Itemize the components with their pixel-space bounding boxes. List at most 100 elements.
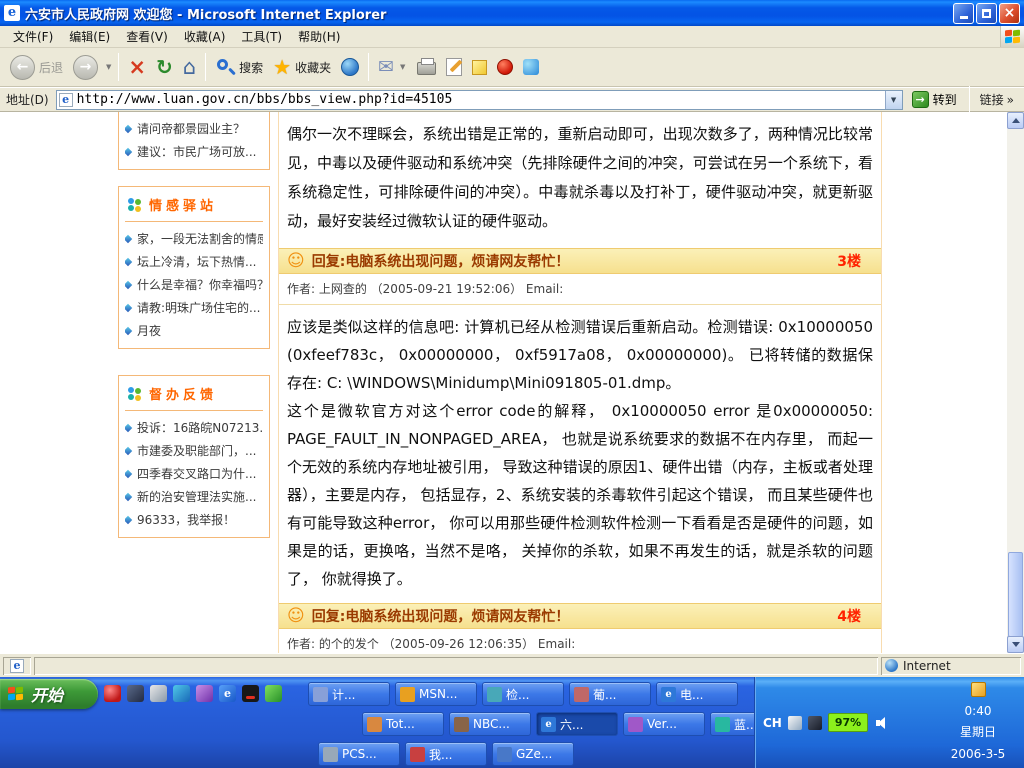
task-button[interactable]: 计... (308, 682, 390, 706)
sidebar-link-label: 建议：市民广场可放... (137, 143, 256, 160)
taskbar-clock[interactable]: 0:40 星期日 2006-3-5 (934, 679, 1022, 765)
sidebar-link[interactable]: 月夜 (125, 319, 263, 342)
task-button[interactable]: 葡... (569, 682, 651, 706)
sidebar-link[interactable]: 投诉：16路皖N07213... (125, 416, 263, 439)
task-button[interactable]: Ver... (623, 712, 705, 736)
address-url: http://www.luan.gov.cn/bbs/bbs_view.php?… (77, 92, 881, 107)
task-label: GZe... (516, 747, 552, 761)
maximize-button[interactable] (976, 3, 997, 24)
task-button[interactable]: MSN... (395, 682, 477, 706)
task-button[interactable]: 检... (482, 682, 564, 706)
status-bar: e Internet (0, 653, 1024, 677)
sidebar-link[interactable]: 请问帝都景园业主？ (125, 117, 263, 140)
toolbar-separator (118, 53, 119, 81)
app-icon-purple[interactable] (196, 685, 213, 702)
vertical-scrollbar[interactable] (1007, 112, 1024, 653)
address-dropdown[interactable]: ▼ (885, 91, 902, 109)
bullet-icon (125, 446, 132, 454)
disk-icon[interactable] (150, 685, 167, 702)
browser-toolbar: ← 后退 → ▼ × ↻ ⌂ 搜索 ★ 收藏夹 ✉ ▼ (0, 48, 1024, 87)
tray-reminder-icon[interactable] (971, 682, 986, 697)
windows-logo-icon (1000, 26, 1024, 47)
task-button[interactable]: PCS... (318, 742, 400, 766)
tray-status-icon-1[interactable] (788, 716, 802, 730)
scroll-down-button[interactable] (1007, 636, 1024, 653)
print-button[interactable] (413, 51, 440, 83)
forward-button[interactable]: → (69, 51, 102, 83)
sidebar-link-label: 请问帝都景园业主？ (137, 120, 245, 137)
media-player-icon[interactable] (104, 685, 121, 702)
task-label: 检... (506, 686, 529, 703)
task-button[interactable]: Tot... (362, 712, 444, 736)
history-button[interactable] (337, 51, 363, 83)
discuss-button[interactable] (468, 51, 491, 83)
windows-flag-icon (8, 687, 24, 701)
smiley-icon: ☺ (287, 608, 305, 625)
search-button[interactable]: 搜索 (211, 51, 267, 83)
forward-dropdown[interactable]: ▼ (104, 63, 113, 71)
qq-penguin-icon[interactable] (242, 685, 259, 702)
language-indicator[interactable]: CH (763, 716, 782, 730)
pencil-glyph (450, 60, 463, 73)
close-button[interactable]: × (999, 3, 1020, 24)
menu-edit[interactable]: 编辑(E) (62, 26, 117, 47)
menu-view[interactable]: 查看(V) (119, 26, 175, 47)
menu-tools[interactable]: 工具(T) (234, 26, 289, 47)
task-button-active[interactable]: e六... (536, 712, 618, 736)
stop-button[interactable]: × (124, 51, 150, 83)
scrollbar-thumb[interactable] (1008, 552, 1023, 637)
links-button[interactable]: 链接 » (978, 91, 1020, 108)
volume-icon[interactable] (874, 715, 890, 731)
app-icon-dark[interactable] (127, 685, 144, 702)
flag-red (8, 687, 15, 694)
task-icon (574, 687, 589, 702)
back-button[interactable]: ← 后退 (6, 51, 67, 83)
edit-button[interactable] (442, 51, 466, 83)
task-button[interactable]: e电... (656, 682, 738, 706)
player-icon-blue[interactable] (173, 685, 190, 702)
back-icon: ← (10, 55, 35, 80)
sidebar-link[interactable]: 市建委及职能部门，... (125, 439, 263, 462)
menu-favorites[interactable]: 收藏(A) (177, 26, 233, 47)
scroll-up-button[interactable] (1007, 112, 1024, 129)
sidebar-link[interactable]: 坛上冷清，坛下热情... (125, 250, 263, 273)
sidebar-link[interactable]: 新的治安管理法实施... (125, 485, 263, 508)
task-button[interactable]: NBC... (449, 712, 531, 736)
go-button[interactable]: → 转到 (908, 90, 961, 109)
sidebar-link[interactable]: 建议：市民广场可放... (125, 140, 263, 163)
tray-status-icon-2[interactable] (808, 716, 822, 730)
favorites-button[interactable]: ★ 收藏夹 (269, 51, 335, 83)
sidebar-link[interactable]: 家，一段无法割舍的情感 (125, 227, 263, 250)
menu-help[interactable]: 帮助(H) (291, 26, 347, 47)
smiley-icon: ☺ (287, 253, 305, 270)
battery-indicator[interactable]: 97% (828, 713, 868, 732)
refresh-button[interactable]: ↻ (152, 51, 177, 83)
mail-button[interactable]: ✉ ▼ (374, 51, 411, 83)
ie-quicklaunch-icon[interactable]: e (219, 685, 236, 702)
search-label: 搜索 (239, 59, 263, 76)
sidebar-link[interactable]: 96333，我举报！ (125, 508, 263, 531)
home-button[interactable]: ⌂ (179, 51, 200, 83)
sidebar-link[interactable]: 四季春交叉路口为什... (125, 462, 263, 485)
address-input[interactable]: e http://www.luan.gov.cn/bbs/bbs_view.ph… (56, 90, 903, 110)
scroll-up-icon (1012, 118, 1020, 123)
sidebar-link[interactable]: 请教:明珠广场住宅的... (125, 296, 263, 319)
task-label: PCS... (342, 747, 377, 761)
task-button[interactable]: 我... (405, 742, 487, 766)
floor-badge: 3楼 (837, 251, 873, 271)
qq-button[interactable] (493, 51, 517, 83)
sidebar-link[interactable]: 什么是幸福？你幸福吗？ (125, 273, 263, 296)
start-button[interactable]: 开始 (0, 679, 98, 709)
bullet-icon (125, 326, 132, 334)
app-icon-green[interactable] (265, 685, 282, 702)
flag-blue (1005, 36, 1012, 43)
task-button[interactable]: GZe... (492, 742, 574, 766)
sidebar-box-title: 督办反馈 (149, 384, 217, 403)
bullet-icon (125, 147, 132, 155)
menu-file[interactable]: 文件(F) (6, 26, 60, 47)
clover-icon (127, 197, 142, 212)
messenger-button[interactable] (519, 51, 543, 83)
minimize-button[interactable] (953, 3, 974, 24)
flag-yellow (16, 694, 23, 701)
refresh-icon: ↻ (156, 57, 173, 77)
